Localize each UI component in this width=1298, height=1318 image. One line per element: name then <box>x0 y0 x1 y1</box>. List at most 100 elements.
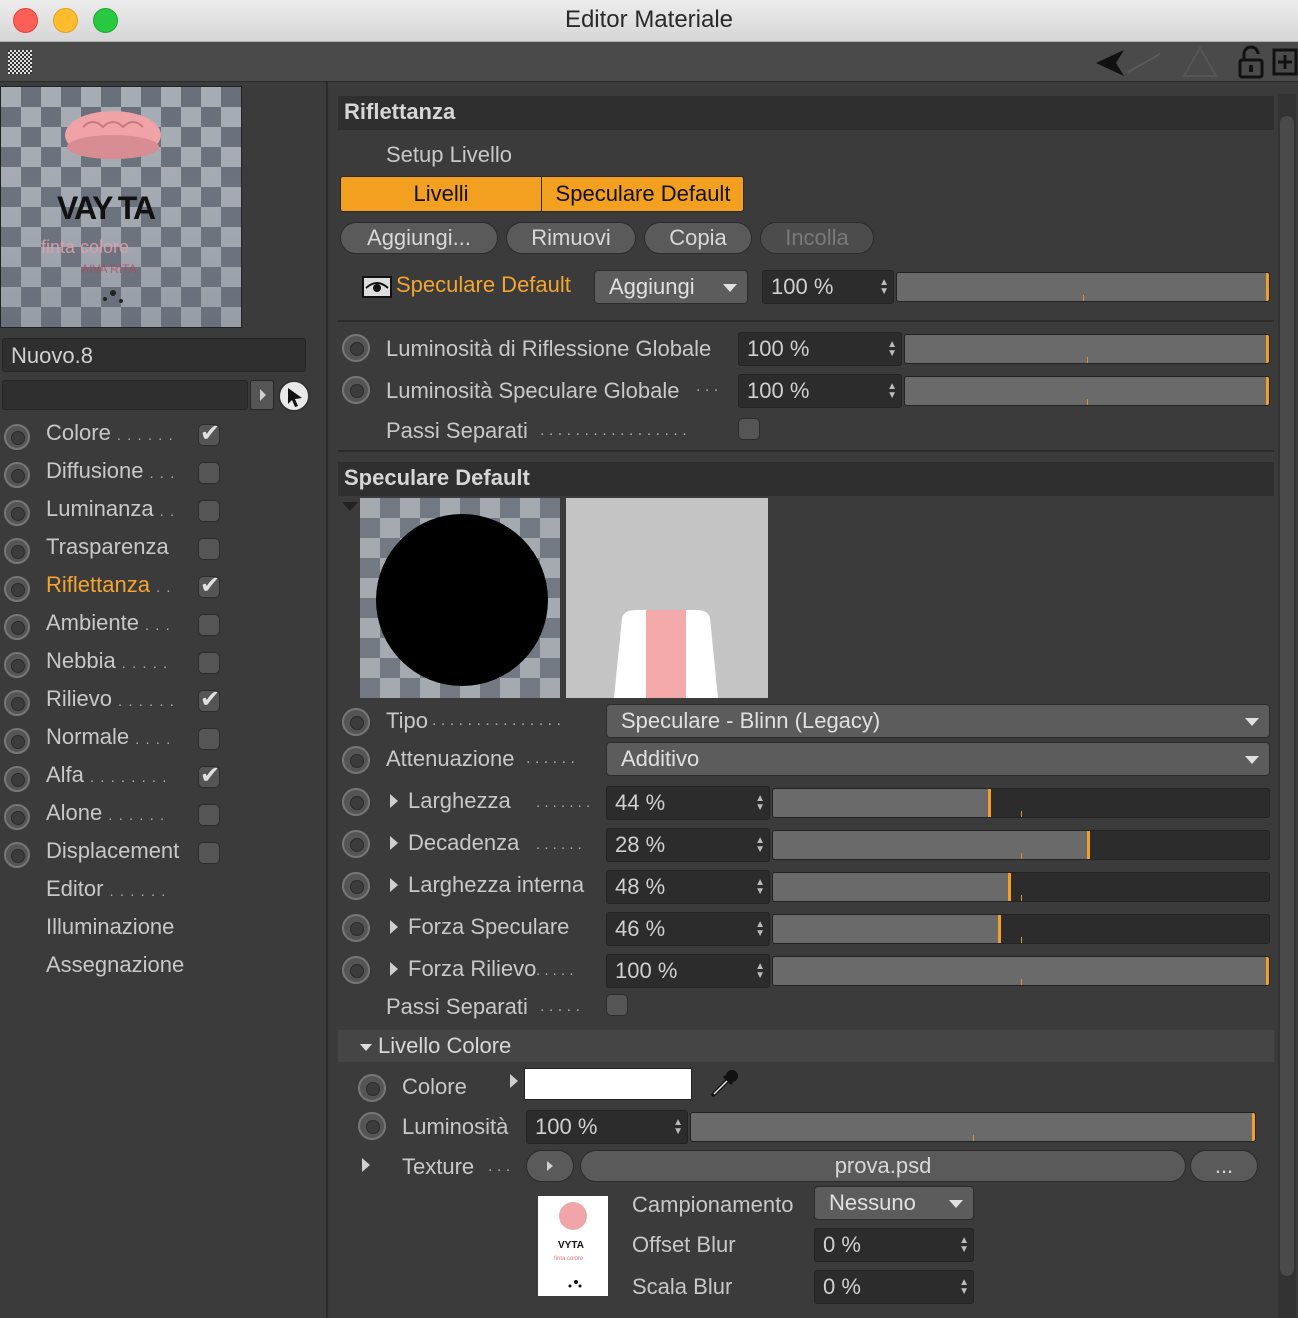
animate-toggle-color[interactable] <box>358 1074 386 1102</box>
expand-param-icon[interactable] <box>390 962 398 976</box>
channel-item[interactable]: Colore . . . . . . ✔ <box>0 416 325 454</box>
animate-toggle-channel[interactable] <box>4 576 30 602</box>
channel-checkbox[interactable]: ✔ <box>198 420 220 447</box>
texture-options-button[interactable] <box>526 1150 574 1182</box>
animate-toggle-channel[interactable] <box>4 690 30 716</box>
channel-checkbox[interactable]: ✔ <box>198 686 220 713</box>
global-reflection-slider[interactable] <box>904 334 1270 364</box>
grid-icon[interactable] <box>8 50 32 74</box>
animate-toggle-param[interactable] <box>342 872 370 900</box>
animate-toggle-param[interactable] <box>342 788 370 816</box>
animate-toggle-channel[interactable] <box>4 424 30 450</box>
channel-checkbox[interactable]: ✔ <box>198 572 220 599</box>
texture-file-button[interactable]: prova.psd <box>580 1150 1186 1182</box>
spinner-arrows-icon[interactable]: ▲ ▼ <box>673 1118 683 1137</box>
separate-passes-checkbox[interactable] <box>738 418 760 440</box>
channel-item[interactable]: Illuminazione <box>0 910 325 948</box>
lock-icon[interactable] <box>1236 44 1266 80</box>
spinner-arrows-icon[interactable]: ▲ ▼ <box>755 962 765 981</box>
spinner-arrows-icon[interactable]: ▲ ▼ <box>959 1236 969 1255</box>
param-value-field[interactable]: 46 % ▲ ▼ <box>606 912 770 946</box>
channel-checkbox[interactable] <box>198 804 220 826</box>
channel-item[interactable]: Nebbia . . . . . <box>0 644 325 682</box>
animate-toggle-channel[interactable] <box>4 728 30 754</box>
brightness-field[interactable]: 100 % ▲ ▼ <box>526 1110 688 1144</box>
tab-layers[interactable]: Livelli <box>341 177 541 211</box>
collapse-preview-icon[interactable] <box>342 502 358 511</box>
eyedropper-icon[interactable] <box>706 1066 742 1102</box>
animate-toggle-channel[interactable] <box>4 804 30 830</box>
eye-icon[interactable] <box>362 276 392 298</box>
channel-checkbox[interactable] <box>198 538 220 560</box>
channel-item[interactable]: Riflettanza . . ✔ <box>0 568 325 606</box>
copy-layer-button[interactable]: Copia <box>644 222 752 254</box>
channel-checkbox[interactable] <box>198 652 220 674</box>
expand-color-icon[interactable] <box>510 1074 518 1088</box>
expand-button[interactable] <box>250 380 274 410</box>
channel-item[interactable]: Assegnazione <box>0 948 325 986</box>
channel-checkbox[interactable] <box>198 614 220 636</box>
channel-item[interactable]: Displacement <box>0 834 325 872</box>
channel-item[interactable]: Alfa . . . . . . . . ✔ <box>0 758 325 796</box>
material-preview[interactable]: VAY TA finta colore AIVA RITA <box>0 86 242 328</box>
color-layer-header[interactable]: Livello Colore <box>338 1030 1274 1062</box>
scrollbar-thumb[interactable] <box>1280 116 1294 1276</box>
channel-checkbox[interactable] <box>198 842 220 864</box>
spinner-arrows-icon[interactable]: ▲ ▼ <box>879 278 889 297</box>
animate-toggle-param[interactable] <box>342 914 370 942</box>
channel-checkbox[interactable] <box>198 500 220 522</box>
animate-toggle-param[interactable] <box>342 830 370 858</box>
channel-checkbox[interactable] <box>198 462 220 484</box>
param-value-field[interactable]: 48 % ▲ ▼ <box>606 870 770 904</box>
channel-item[interactable]: Editor . . . . . . <box>0 872 325 910</box>
param-slider[interactable] <box>772 788 1270 818</box>
channel-item[interactable]: Rilievo . . . . . . ✔ <box>0 682 325 720</box>
remove-layer-button[interactable]: Rimuovi <box>506 222 636 254</box>
expand-param-icon[interactable] <box>390 920 398 934</box>
layer-opacity-slider[interactable] <box>896 272 1270 302</box>
channel-item[interactable]: Normale . . . . <box>0 720 325 758</box>
channel-checkbox[interactable]: ✔ <box>198 762 220 789</box>
brightness-slider[interactable] <box>690 1112 1256 1142</box>
global-specular-field[interactable]: 100 % ▲ ▼ <box>738 374 902 408</box>
scrollbar[interactable] <box>1278 94 1296 1318</box>
animate-toggle-channel[interactable] <box>4 614 30 640</box>
animate-toggle-global-specular[interactable] <box>342 376 370 404</box>
channel-item[interactable]: Alone . . . . . . <box>0 796 325 834</box>
channel-item[interactable]: Luminanza . . <box>0 492 325 530</box>
animate-toggle-channel[interactable] <box>4 766 30 792</box>
animate-toggle-channel[interactable] <box>4 538 30 564</box>
param-slider[interactable] <box>772 872 1270 902</box>
texture-browse-button[interactable]: ... <box>1190 1150 1258 1182</box>
animate-toggle-type[interactable] <box>342 708 370 736</box>
layer-name-specular-default[interactable]: Speculare Default <box>396 272 571 298</box>
spinner-arrows-icon[interactable]: ▲ ▼ <box>755 794 765 813</box>
param-slider[interactable] <box>772 956 1270 986</box>
param-value-field[interactable]: 28 % ▲ ▼ <box>606 828 770 862</box>
spinner-arrows-icon[interactable]: ▲ ▼ <box>887 382 897 401</box>
scale-blur-field[interactable]: 0 % ▲ ▼ <box>814 1270 974 1304</box>
animate-toggle-channel[interactable] <box>4 842 30 868</box>
layer-blend-mode-dropdown[interactable]: Aggiungi <box>594 270 748 304</box>
arrow-back-icon[interactable] <box>1094 46 1224 80</box>
animate-toggle-channel[interactable] <box>4 652 30 678</box>
param-value-field[interactable]: 44 % ▲ ▼ <box>606 786 770 820</box>
attenuation-dropdown[interactable]: Additivo <box>606 742 1270 776</box>
animate-toggle-attenuation[interactable] <box>342 746 370 774</box>
cursor-icon[interactable] <box>278 380 310 412</box>
param-value-field[interactable]: 100 % ▲ ▼ <box>606 954 770 988</box>
add-layer-button[interactable]: Aggiungi... <box>340 222 498 254</box>
spinner-arrows-icon[interactable]: ▲ ▼ <box>755 878 765 897</box>
expand-texture-icon[interactable] <box>362 1158 370 1172</box>
material-name-field[interactable]: Nuovo.8 <box>2 338 306 372</box>
offset-blur-field[interactable]: 0 % ▲ ▼ <box>814 1228 974 1262</box>
paste-layer-button[interactable]: Incolla <box>760 222 874 254</box>
animate-toggle-param[interactable] <box>342 956 370 984</box>
expand-param-icon[interactable] <box>390 836 398 850</box>
spinner-arrows-icon[interactable]: ▲ ▼ <box>755 920 765 939</box>
expand-param-icon[interactable] <box>390 794 398 808</box>
channel-item[interactable]: Ambiente . . . <box>0 606 325 644</box>
specular-separate-passes-checkbox[interactable] <box>606 994 628 1016</box>
param-slider[interactable] <box>772 914 1270 944</box>
specular-type-dropdown[interactable]: Speculare - Blinn (Legacy) <box>606 704 1270 738</box>
